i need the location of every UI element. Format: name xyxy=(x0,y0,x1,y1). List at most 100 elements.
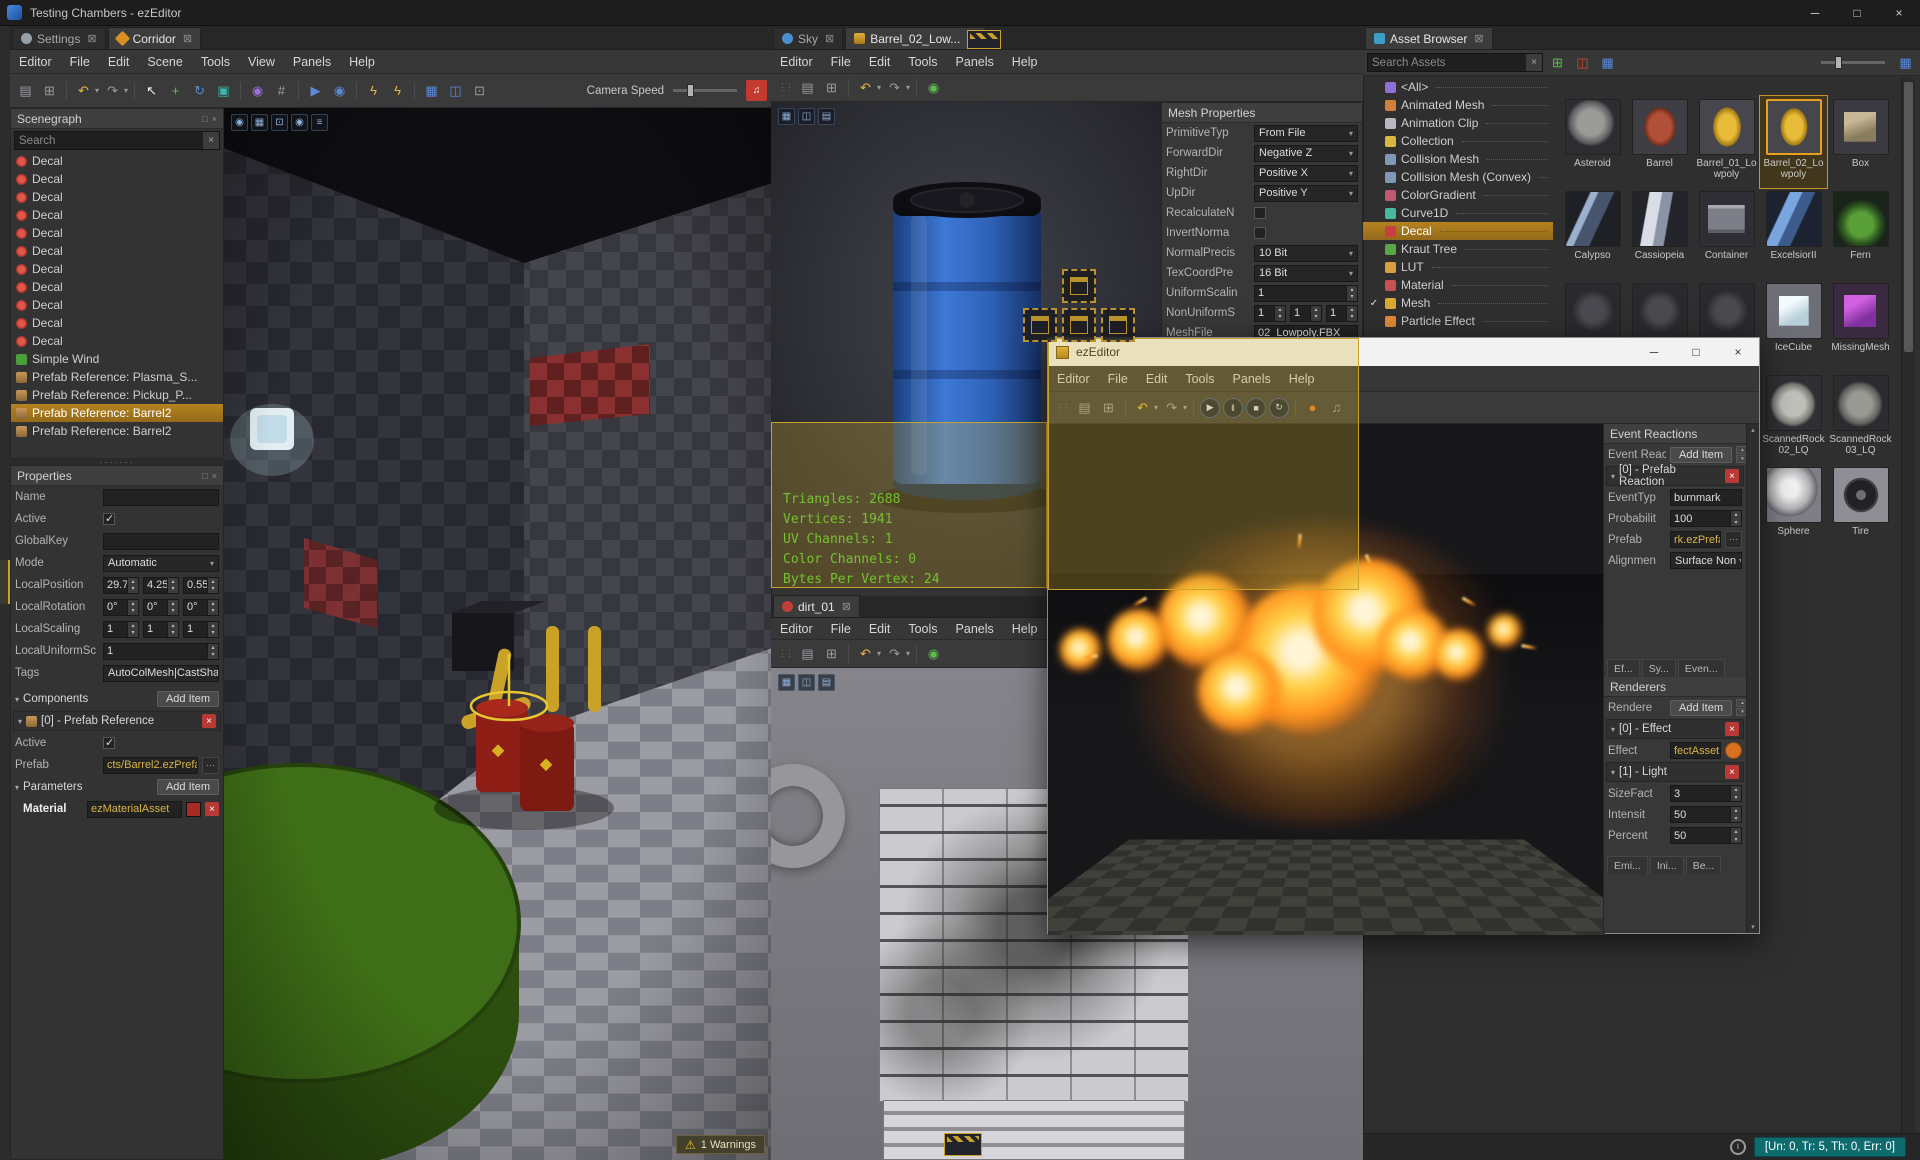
asset-item[interactable]: Calypso xyxy=(1559,188,1626,280)
effect-asset-field[interactable]: fectAsset xyxy=(1670,742,1721,759)
asset-item[interactable]: ScannedRock02_LQ xyxy=(1760,372,1827,464)
browse-asset-button[interactable]: ⋯ xyxy=(202,756,219,774)
float-panel-icon[interactable]: □ xyxy=(202,114,207,124)
undo-icon[interactable]: ↶ xyxy=(855,643,876,664)
recalculate-normals-checkbox[interactable] xyxy=(1254,207,1266,219)
percent-stepper[interactable]: 50 ▴ ▾ xyxy=(1670,827,1742,844)
scenegraph-item[interactable]: Decal xyxy=(11,188,223,206)
asset-type-item[interactable]: Collision Mesh (Convex) xyxy=(1363,168,1553,186)
save-all-icon[interactable]: ⊞ xyxy=(821,643,842,664)
redo-icon[interactable]: ↷ xyxy=(884,643,905,664)
asset-type-item[interactable]: Collision Mesh xyxy=(1363,150,1553,168)
expand-icon[interactable]: ⊡ xyxy=(271,114,288,131)
remove-material-button[interactable]: × xyxy=(205,802,219,816)
redo-caret-icon[interactable]: ▾ xyxy=(124,86,128,95)
asset-type-item[interactable]: ColorGradient xyxy=(1363,186,1553,204)
asset-browser-tab[interactable]: Asset Browser ⊠ xyxy=(1365,27,1493,49)
scaling-y-stepper[interactable]: 1 ▴ ▾ xyxy=(143,620,179,638)
scenegraph-item[interactable]: Prefab Reference: Barrel2 xyxy=(11,404,223,422)
stop-button[interactable]: ■ xyxy=(1246,397,1267,418)
effect-icon[interactable]: ● xyxy=(1302,397,1323,418)
asset-item[interactable]: ScannedRock03_LQ xyxy=(1827,372,1894,464)
intensity-stepper[interactable]: 50 ▴ ▾ xyxy=(1670,806,1742,823)
asset-item[interactable]: Barrel xyxy=(1626,96,1693,188)
scale-gizmo-icon[interactable]: ▣ xyxy=(213,80,234,101)
layout-split-icon[interactable]: ◫ xyxy=(798,108,815,125)
camera-speed-knob[interactable] xyxy=(687,84,694,97)
asset-item[interactable]: Barrel_01_Lowpoly xyxy=(1693,96,1760,188)
position-x-stepper[interactable]: 29.7 ▴ ▾ xyxy=(103,576,139,594)
menu-item[interactable]: Editor xyxy=(1048,366,1099,391)
asset-type-item[interactable]: ✓ Mesh xyxy=(1363,294,1553,312)
pause-button[interactable]: ‖ xyxy=(1223,397,1244,418)
component-active-checkbox[interactable] xyxy=(103,736,115,749)
property-tab[interactable]: Sy... xyxy=(1641,659,1676,677)
scenegraph-item[interactable]: Decal xyxy=(11,152,223,170)
scenegraph-item[interactable]: Decal xyxy=(11,314,223,332)
redo-caret-icon[interactable]: ▾ xyxy=(906,649,910,658)
browse-asset-button[interactable]: ⋯ xyxy=(1725,531,1742,548)
rotation-y-stepper[interactable]: 0° ▴ ▾ xyxy=(143,598,179,616)
collapse-caret-icon[interactable]: ▾ xyxy=(1611,472,1615,481)
material-swatch[interactable] xyxy=(186,801,201,817)
tab-close-icon[interactable]: ⊠ xyxy=(842,600,851,613)
filter-type-icon[interactable]: ◫ xyxy=(1572,52,1593,73)
layout-quad-icon[interactable]: ▤ xyxy=(818,108,835,125)
particle-preview-viewport[interactable] xyxy=(1048,424,1605,935)
menu-item[interactable]: Panels xyxy=(284,50,340,73)
translate-gizmo-icon[interactable]: + xyxy=(165,80,186,101)
restart-button[interactable]: ↻ xyxy=(1269,397,1290,418)
search-clear-icon[interactable]: × xyxy=(203,132,219,149)
dock-target-top[interactable] xyxy=(1062,269,1096,303)
add-component-button[interactable]: Add Item xyxy=(156,691,219,707)
tab-close-icon[interactable]: ⊠ xyxy=(183,32,192,45)
minimize-button[interactable]: ─ xyxy=(1794,0,1836,25)
rotation-x-stepper[interactable]: 0° ▴ ▾ xyxy=(103,598,139,616)
menu-item[interactable]: Edit xyxy=(1137,366,1177,391)
screenshot-icon[interactable]: ⊡ xyxy=(469,80,490,101)
position-z-stepper[interactable]: 0.55 ▴ ▾ xyxy=(183,576,219,594)
right-dir-dropdown[interactable]: Positive X ▾ xyxy=(1254,164,1358,182)
invert-normals-checkbox[interactable] xyxy=(1254,227,1266,239)
nonuniform-x-stepper[interactable]: 1 ▴ ▾ xyxy=(1254,304,1286,322)
light-renderer-group[interactable]: ▾ [1] - Light × xyxy=(1606,762,1744,782)
close-button[interactable]: × xyxy=(1878,0,1920,25)
menu-item[interactable]: File xyxy=(1099,366,1137,391)
rotation-z-stepper[interactable]: 0° ▴ ▾ xyxy=(183,598,219,616)
uniform-scaling-stepper[interactable]: 1 ▴ ▾ xyxy=(1254,284,1358,302)
scenegraph-search-input[interactable] xyxy=(15,134,203,147)
property-tab[interactable]: Even... xyxy=(1677,659,1725,677)
document-tab[interactable]: Settings ⊠ xyxy=(12,27,106,49)
property-tab[interactable]: Be... xyxy=(1685,856,1722,874)
menu-item[interactable]: Tools xyxy=(192,50,239,73)
toolbar-grip[interactable]: ⋮⋮ xyxy=(776,82,794,93)
warnings-button[interactable]: ⚠ 1 Warnings xyxy=(676,1135,765,1154)
scenegraph-item[interactable]: Decal xyxy=(11,170,223,188)
menu-item[interactable]: Tools xyxy=(1176,366,1223,391)
asset-type-item[interactable]: Material xyxy=(1363,276,1553,294)
menu-item[interactable]: Help xyxy=(1003,50,1047,73)
undo-caret-icon[interactable]: ▾ xyxy=(1154,403,1158,412)
undo-icon[interactable]: ↶ xyxy=(855,77,876,98)
scenegraph-item[interactable]: Prefab Reference: Barrel2 xyxy=(11,422,223,440)
close-panel-icon[interactable]: × xyxy=(212,114,217,124)
name-field[interactable] xyxy=(103,488,219,506)
close-button[interactable]: × xyxy=(1717,338,1759,366)
globe-icon[interactable]: ◉ xyxy=(923,643,944,664)
scroll-up-icon[interactable]: ▴ xyxy=(1751,426,1755,434)
menu-item[interactable]: Tools xyxy=(899,50,946,73)
probability-stepper[interactable]: 100 ▴ ▾ xyxy=(1670,510,1742,527)
texcoord-precision-dropdown[interactable]: 16 Bit ▾ xyxy=(1254,264,1358,282)
minimize-button[interactable]: ─ xyxy=(1633,338,1675,366)
asset-item[interactable]: Barrel_02_Lowpoly xyxy=(1759,95,1828,189)
keyframe-icon[interactable]: ◉ xyxy=(329,80,350,101)
document-tab[interactable]: Corridor ⊠ xyxy=(107,27,202,49)
asset-type-item[interactable]: Curve1D xyxy=(1363,204,1553,222)
menu-item[interactable]: Panels xyxy=(947,50,1003,73)
delete-component-button[interactable]: × xyxy=(202,714,216,728)
scenegraph-item[interactable]: Decal xyxy=(11,332,223,350)
menu-item[interactable]: Help xyxy=(1003,618,1047,639)
save-all-icon[interactable]: ⊞ xyxy=(39,80,60,101)
save-all-icon[interactable]: ⊞ xyxy=(1098,397,1119,418)
delete-renderer-button[interactable]: × xyxy=(1725,765,1739,779)
